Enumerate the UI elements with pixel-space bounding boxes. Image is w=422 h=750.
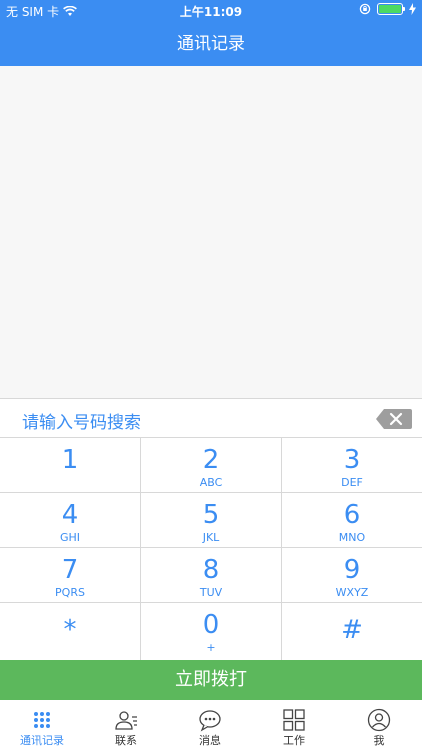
key-2[interactable]: 2 ABC xyxy=(141,438,282,493)
key-digit: 7 xyxy=(61,555,79,585)
call-button[interactable]: 立即拨打 xyxy=(0,660,422,700)
tab-me[interactable]: 我 xyxy=(336,700,422,750)
status-bar: 无 SIM 卡 上午11:09 xyxy=(0,0,422,22)
message-icon xyxy=(199,710,221,732)
key-digit: 4 xyxy=(61,500,79,530)
key-7[interactable]: 7 PQRS xyxy=(0,548,141,603)
key-digit: 8 xyxy=(202,555,220,585)
key-digit: 0 xyxy=(202,610,220,640)
key-star[interactable]: * xyxy=(0,603,141,660)
key-0[interactable]: 0 + xyxy=(141,603,282,660)
tab-work[interactable]: 工作 xyxy=(252,700,336,750)
grid-icon xyxy=(283,709,305,731)
key-letters: ABC xyxy=(199,476,223,489)
tab-label: 我 xyxy=(373,734,385,747)
call-log-list[interactable] xyxy=(0,66,422,398)
number-input[interactable]: 请输入号码搜索 xyxy=(0,398,422,438)
page-title: 通讯记录 xyxy=(177,34,245,54)
charging-icon xyxy=(409,3,416,15)
key-digit: # xyxy=(341,615,363,645)
key-letters: GHI xyxy=(59,531,81,544)
dial-keypad: 1 2 ABC 3 DEF 4 GHI 5 JKL 6 MNO 7 PQRS 8… xyxy=(0,438,422,660)
battery-fill xyxy=(379,5,401,13)
key-letters: TUV xyxy=(199,586,223,599)
key-letters: PQRS xyxy=(55,586,85,599)
tab-label: 工作 xyxy=(283,734,305,747)
tab-contacts[interactable]: 联系 xyxy=(84,700,168,750)
tab-label: 消息 xyxy=(199,734,221,747)
tab-label: 通讯记录 xyxy=(20,734,64,747)
key-9[interactable]: 9 WXYZ xyxy=(282,548,422,603)
key-5[interactable]: 5 JKL xyxy=(141,493,282,548)
call-button-label: 立即拨打 xyxy=(175,669,247,690)
nav-bar: 通讯记录 xyxy=(0,22,422,66)
number-input-placeholder: 请输入号码搜索 xyxy=(22,413,141,433)
tab-bar: 通讯记录 联系 消息 工作 我 xyxy=(0,700,422,750)
key-letters: JKL xyxy=(202,531,220,544)
key-letters: + xyxy=(206,641,216,654)
dialpad-icon xyxy=(34,712,50,728)
backspace-icon[interactable] xyxy=(376,409,412,429)
key-digit: * xyxy=(63,615,77,645)
tab-label: 联系 xyxy=(115,734,137,747)
rotation-lock-icon xyxy=(359,3,371,15)
key-hash[interactable]: # xyxy=(282,603,422,660)
key-digit: 3 xyxy=(343,445,361,475)
key-letters: DEF xyxy=(341,476,363,489)
key-digit: 2 xyxy=(202,445,220,475)
key-digit: 6 xyxy=(343,500,361,530)
battery-icon xyxy=(377,3,405,15)
key-8[interactable]: 8 TUV xyxy=(141,548,282,603)
tab-call-log[interactable]: 通讯记录 xyxy=(0,700,84,750)
key-4[interactable]: 4 GHI xyxy=(0,493,141,548)
key-letters: MNO xyxy=(338,531,366,544)
key-1[interactable]: 1 xyxy=(0,438,141,493)
tab-messages[interactable]: 消息 xyxy=(168,700,252,750)
key-digit: 1 xyxy=(61,445,79,475)
key-letters: WXYZ xyxy=(335,586,369,599)
key-6[interactable]: 6 MNO xyxy=(282,493,422,548)
status-right xyxy=(359,3,416,15)
key-digit: 5 xyxy=(202,500,220,530)
contacts-icon xyxy=(115,711,137,730)
key-3[interactable]: 3 DEF xyxy=(282,438,422,493)
key-digit: 9 xyxy=(343,555,361,585)
profile-icon xyxy=(367,708,391,732)
